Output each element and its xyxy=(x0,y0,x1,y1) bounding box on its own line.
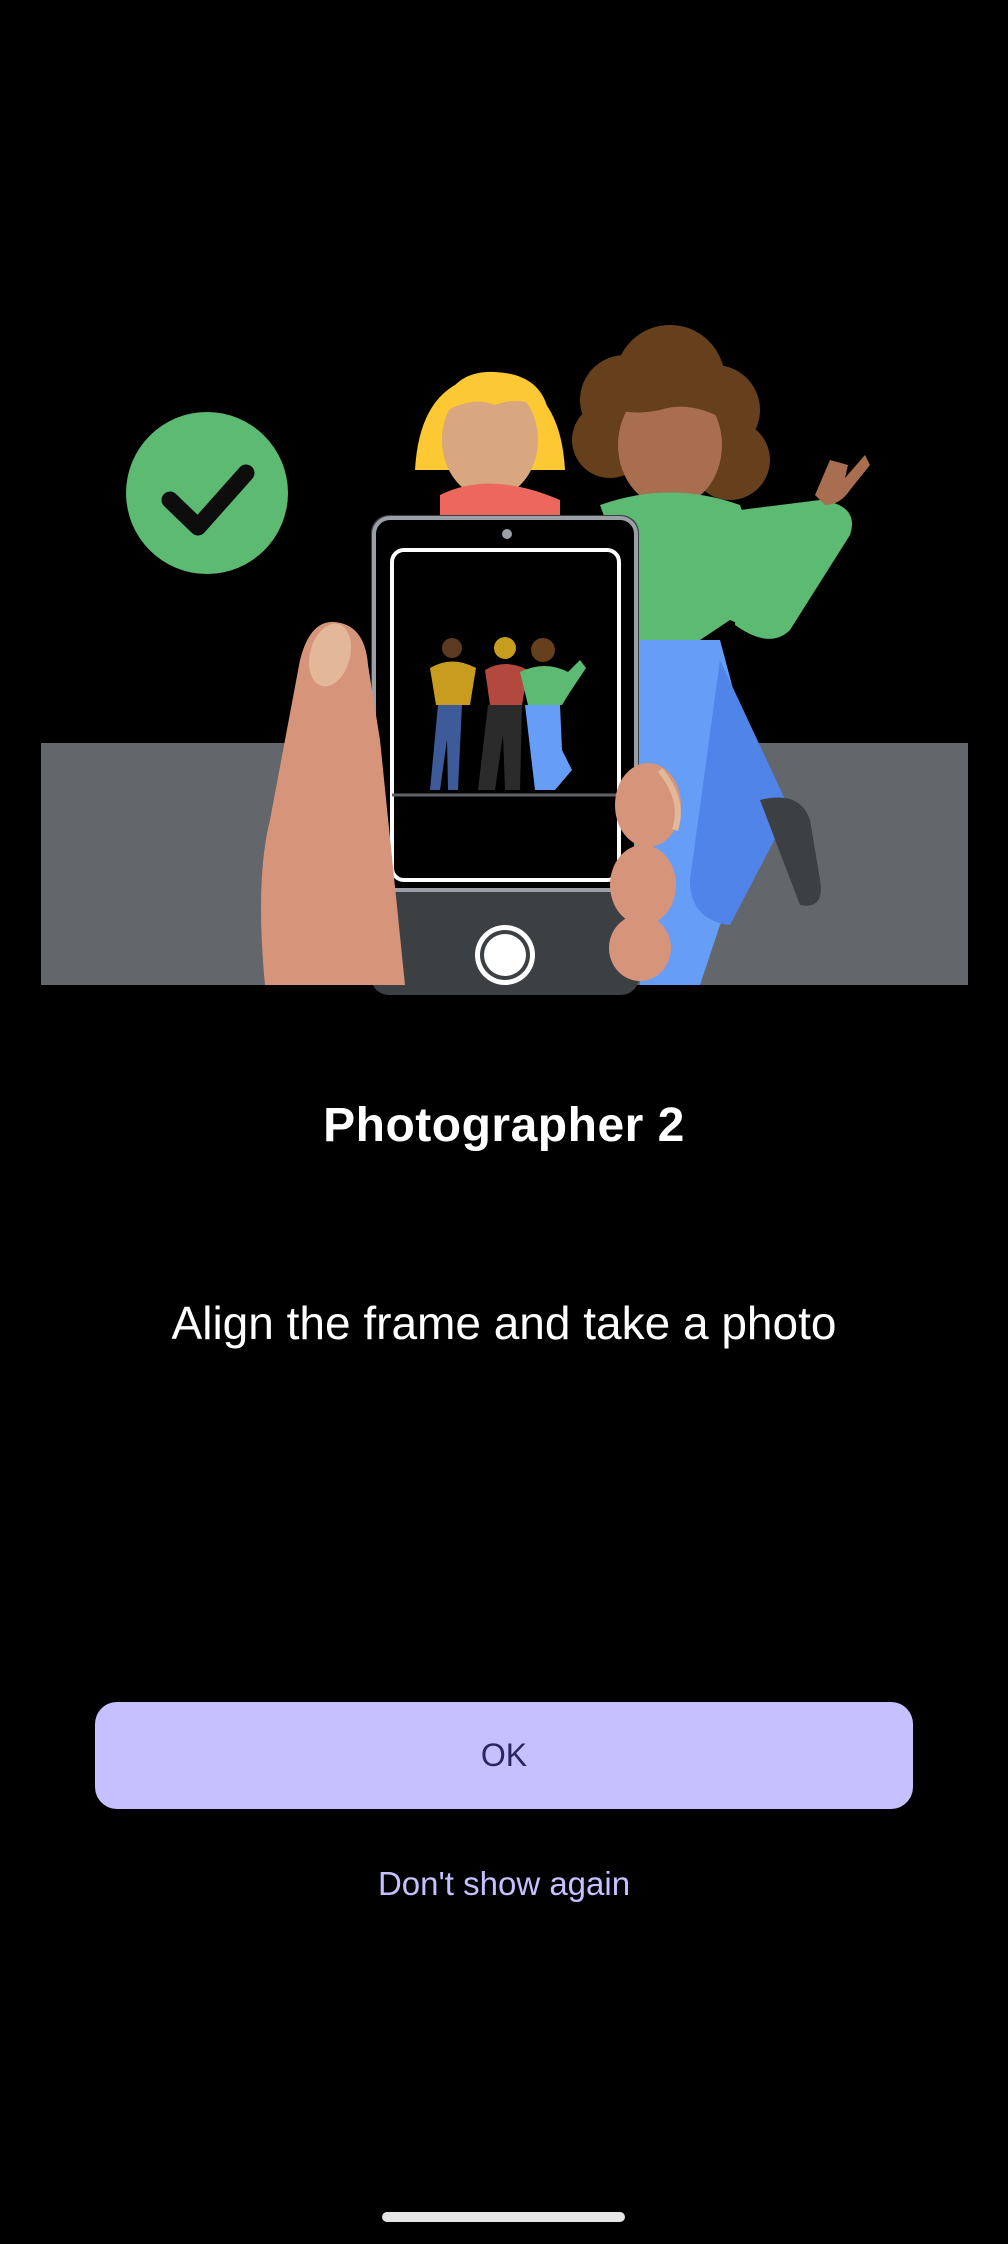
phone xyxy=(371,515,639,995)
dont-show-again-button[interactable]: Don't show again xyxy=(0,1865,1008,1903)
home-indicator[interactable] xyxy=(382,2212,625,2222)
check-circle-icon xyxy=(126,412,288,574)
photographer-illustration xyxy=(41,325,968,995)
dialog-title: Photographer 2 xyxy=(323,1099,685,1152)
ok-button[interactable]: OK xyxy=(95,1702,913,1809)
dialog-message: Align the frame and take a photo xyxy=(171,1297,837,1349)
